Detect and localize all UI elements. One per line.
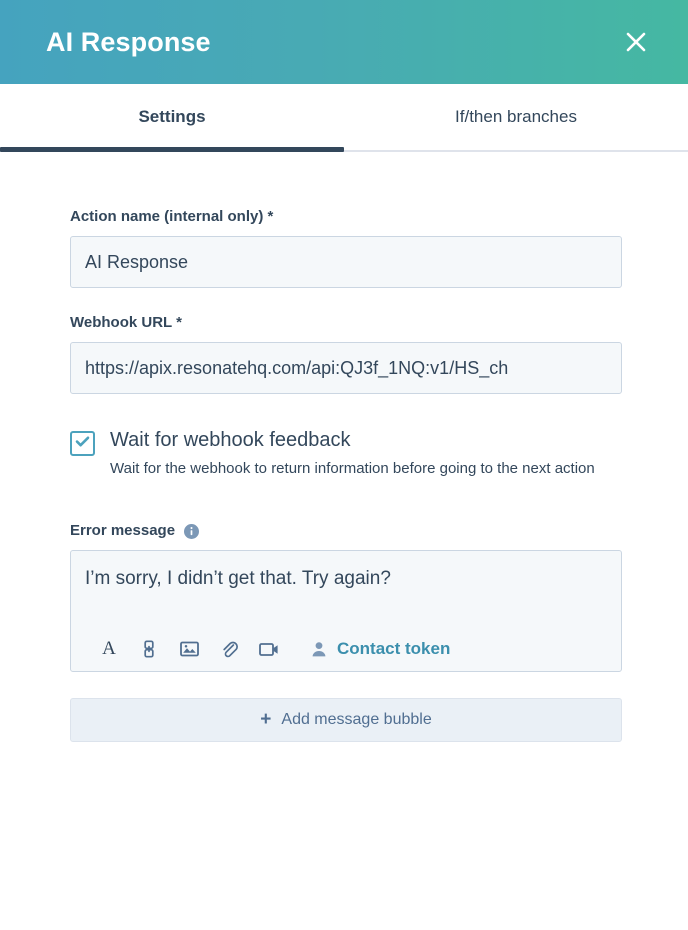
close-icon [622, 28, 650, 56]
action-name-field-group: Action name (internal only) * AI Respons… [70, 208, 622, 288]
action-name-input[interactable]: AI Response [70, 236, 622, 288]
video-icon[interactable] [259, 639, 279, 659]
error-message-text[interactable]: I’m sorry, I didn’t get that. Try again? [85, 567, 607, 611]
wait-for-feedback-row: Wait for webhook feedback Wait for the w… [70, 428, 622, 482]
error-message-editor[interactable]: I’m sorry, I didn’t get that. Try again?… [70, 550, 622, 673]
tab-settings[interactable]: Settings [0, 84, 344, 152]
error-message-field-group: Error message I’m sorry, I didn’t get th… [70, 522, 622, 673]
text-format-icon[interactable]: A [99, 638, 119, 659]
action-name-label: Action name (internal only) * [70, 208, 274, 225]
wait-for-feedback-title: Wait for webhook feedback [110, 429, 351, 451]
add-message-bubble-button[interactable]: + Add message bubble [70, 698, 622, 743]
info-icon[interactable] [184, 523, 200, 539]
checkmark-icon [74, 433, 91, 455]
contact-token-label: Contact token [337, 639, 451, 659]
webhook-url-label: Webhook URL * [70, 314, 182, 331]
link-icon[interactable] [139, 639, 159, 659]
modal-header: AI Response [0, 0, 688, 84]
wait-for-feedback-texts: Wait for webhook feedback Wait for the w… [110, 428, 595, 482]
wait-for-feedback-description: Wait for the webhook to return informati… [110, 460, 595, 477]
page-title: AI Response [46, 26, 211, 57]
tab-if-then-branches-label: If/then branches [455, 107, 577, 126]
tab-settings-label: Settings [138, 107, 206, 126]
tab-if-then-branches[interactable]: If/then branches [344, 84, 688, 150]
tab-bar: Settings If/then branches [0, 84, 688, 152]
error-message-label-text: Error message [70, 522, 176, 540]
plus-icon: + [260, 708, 272, 730]
ai-response-panel: AI Response Settings If/then branches Ac… [0, 0, 688, 930]
wait-for-feedback-checkbox[interactable] [70, 431, 95, 456]
contact-token-button[interactable]: Contact token [309, 639, 450, 659]
webhook-url-field-group: Webhook URL * https://apix.resonatehq.co… [70, 314, 622, 394]
contact-person-icon [309, 639, 329, 659]
add-message-bubble-label: Add message bubble [281, 711, 432, 729]
close-button[interactable] [616, 22, 656, 62]
image-icon[interactable] [179, 639, 199, 659]
attachment-icon[interactable] [219, 639, 239, 659]
webhook-url-input[interactable]: https://apix.resonatehq.com/api:QJ3f_1NQ… [70, 342, 622, 394]
error-message-label: Error message [70, 522, 622, 540]
settings-form: Action name (internal only) * AI Respons… [0, 152, 688, 930]
editor-toolbar: A Contact token [85, 638, 607, 659]
